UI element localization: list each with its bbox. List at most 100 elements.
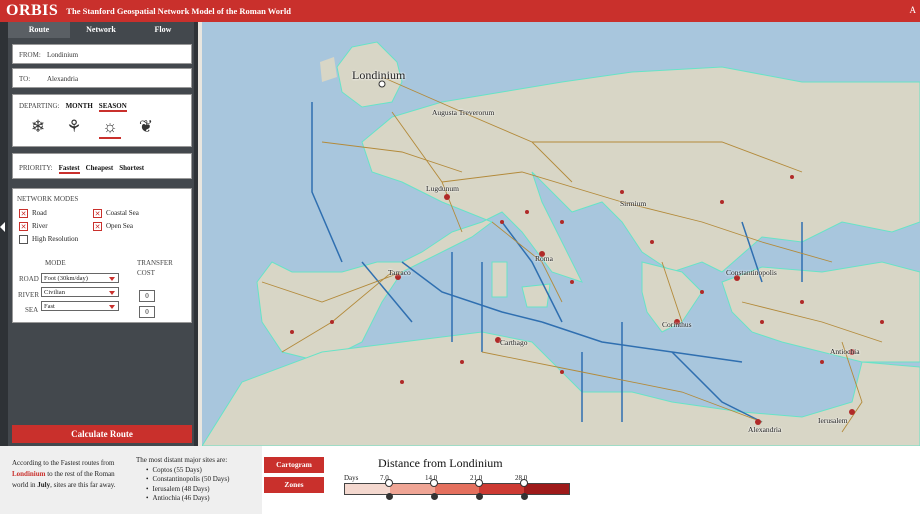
legend-swatch <box>524 484 569 494</box>
road-checkbox[interactable]: ✕ <box>19 209 28 218</box>
flower-icon[interactable]: ⚘ <box>63 117 85 139</box>
dropdown-arrow-icon <box>109 277 115 281</box>
result-summary: According to the Fastest routes from Lon… <box>12 458 128 491</box>
calculate-route-button[interactable]: Calculate Route <box>12 425 192 443</box>
transfer-header: TRANSFER <box>137 259 173 267</box>
from-label: FROM: <box>19 51 41 59</box>
list-item: Antiochia (46 Days) <box>146 494 260 504</box>
legend-slider-handle[interactable] <box>520 479 528 487</box>
departing-label: DEPARTING: <box>19 102 60 110</box>
network-modes-panel: NETWORK MODES ✕ Road ✕ Coastal Sea ✕ River … <box>12 188 192 323</box>
from-field[interactable]: FROM: Londinium <box>12 44 192 64</box>
snowflake-icon[interactable]: ❄ <box>27 117 49 139</box>
legend-marker <box>386 493 393 500</box>
map-label-constantinopolis: Constantinopolis <box>726 268 777 277</box>
road-checkbox-row[interactable]: ✕ Road <box>19 209 47 218</box>
legend-color-bar <box>344 483 570 495</box>
sidebar: Route Network Flow FROM: Londinium TO: A… <box>0 22 198 446</box>
zones-button[interactable]: Zones <box>264 477 324 493</box>
tab-route[interactable]: Route <box>8 22 70 38</box>
coastal-sea-label: Coastal Sea <box>106 209 139 218</box>
leaf-icon[interactable]: ❦ <box>135 117 157 139</box>
result-info: According to the Fastest routes from Lon… <box>0 446 262 514</box>
river-checkbox[interactable]: ✕ <box>19 222 28 231</box>
legend-unit: Days <box>344 474 359 482</box>
collapse-arrow-icon[interactable] <box>0 222 5 232</box>
priority-cheapest[interactable]: Cheapest <box>86 164 114 172</box>
legend-swatch <box>345 484 390 494</box>
map-label-alexandria: Alexandria <box>748 425 782 434</box>
distant-sites-title: The most distant major sites are: <box>136 456 228 464</box>
network-modes-title: NETWORK MODES <box>17 195 79 203</box>
legend-marker <box>431 493 438 500</box>
legend-marker <box>521 493 528 500</box>
legend-swatch <box>389 484 435 494</box>
list-item: Constantinopolis (50 Days) <box>146 475 260 485</box>
brand-logo[interactable]: ORBIS <box>6 2 58 20</box>
list-item: Ierusalem (48 Days) <box>146 485 260 495</box>
season-toggle[interactable]: SEASON <box>98 102 127 112</box>
tab-network[interactable]: Network <box>70 22 132 38</box>
sea-mode-label: SEA <box>25 306 39 314</box>
to-field[interactable]: TO: Alexandria <box>12 68 192 88</box>
map-label-londinium: Londinium <box>352 68 406 82</box>
map-label-antiochia: Antiochia <box>830 347 860 356</box>
high-res-checkbox[interactable] <box>19 235 28 244</box>
header-corner-text[interactable]: A <box>910 5 917 15</box>
to-value[interactable]: Alexandria <box>47 75 78 83</box>
map-label-sirmium: Sirmium <box>620 199 647 208</box>
road-mode-label: ROAD <box>19 275 39 283</box>
season-icons: ❄ ⚘ ☼ ❦ <box>27 117 157 139</box>
summary-origin: Londinium <box>12 470 46 478</box>
cartogram-button[interactable]: Cartogram <box>264 457 324 473</box>
mode-header: MODE <box>45 259 66 267</box>
river-cost-input[interactable]: 0 <box>139 290 155 302</box>
map-label-augusta: Augusta Treverorum <box>432 108 495 117</box>
app-subtitle: The Stanford Geospatial Network Model of… <box>66 6 291 16</box>
tab-flow[interactable]: Flow <box>132 22 194 38</box>
road-label: Road <box>32 209 47 218</box>
road-mode-select[interactable]: Foot (30km/day) <box>41 273 119 283</box>
dropdown-arrow-icon <box>109 291 115 295</box>
sea-cost-input[interactable]: 0 <box>139 306 155 318</box>
river-mode-value: Civilian <box>44 289 65 296</box>
distant-sites-list: Coptos (55 Days) Constantinopolis (50 Da… <box>146 466 260 504</box>
departing-panel: DEPARTING: MONTH SEASON ❄ ⚘ ☼ ❦ <box>12 94 192 147</box>
tab-bar: Route Network Flow <box>8 22 194 38</box>
to-label: TO: <box>19 75 31 83</box>
legend-slider-handle[interactable] <box>430 479 438 487</box>
summary-part-3: , sites are this far away. <box>50 481 116 489</box>
legend-slider-handle[interactable] <box>385 479 393 487</box>
priority-fastest[interactable]: Fastest <box>58 164 80 174</box>
month-toggle[interactable]: MONTH <box>66 102 93 110</box>
map-label-corinthus: Corinthus <box>662 320 692 329</box>
distant-sites: The most distant major sites are: Coptos… <box>136 456 260 504</box>
sun-icon[interactable]: ☼ <box>99 117 121 139</box>
high-res-label: High Resolution <box>32 235 79 244</box>
legend-marker <box>476 493 483 500</box>
priority-label: PRIORITY: <box>19 164 53 172</box>
open-sea-checkbox-row[interactable]: ✕ Open Sea <box>93 222 133 231</box>
from-value[interactable]: Londinium <box>47 51 78 59</box>
legend-slider-handle[interactable] <box>475 479 483 487</box>
map-label-roma: Roma <box>535 254 553 263</box>
list-item: Coptos (55 Days) <box>146 466 260 476</box>
map-view[interactable]: Londinium Augusta Treverorum Lugdunum Si… <box>202 22 920 446</box>
coastal-sea-checkbox-row[interactable]: ✕ Coastal Sea <box>93 209 139 218</box>
river-mode-select[interactable]: Civilian <box>41 287 119 297</box>
summary-part-1: According to the Fastest routes from <box>12 459 115 467</box>
river-checkbox-row[interactable]: ✕ River <box>19 222 48 231</box>
sea-mode-select[interactable]: Fast <box>41 301 119 311</box>
sidebar-scrollbar[interactable] <box>0 22 8 446</box>
road-mode-value: Foot (30km/day) <box>44 275 88 282</box>
high-res-checkbox-row[interactable]: High Resolution <box>19 235 78 244</box>
bottom-panel: According to the Fastest routes from Lon… <box>0 446 920 514</box>
coastal-sea-checkbox[interactable]: ✕ <box>93 209 102 218</box>
sea-mode-value: Fast <box>44 303 55 310</box>
map-label-lugdunum: Lugdunum <box>426 184 459 193</box>
map-label-ierusalem: Ierusalem <box>818 416 848 425</box>
priority-shortest[interactable]: Shortest <box>119 164 144 172</box>
open-sea-label: Open Sea <box>106 222 134 231</box>
open-sea-checkbox[interactable]: ✕ <box>93 222 102 231</box>
cost-header: COST <box>137 269 155 277</box>
